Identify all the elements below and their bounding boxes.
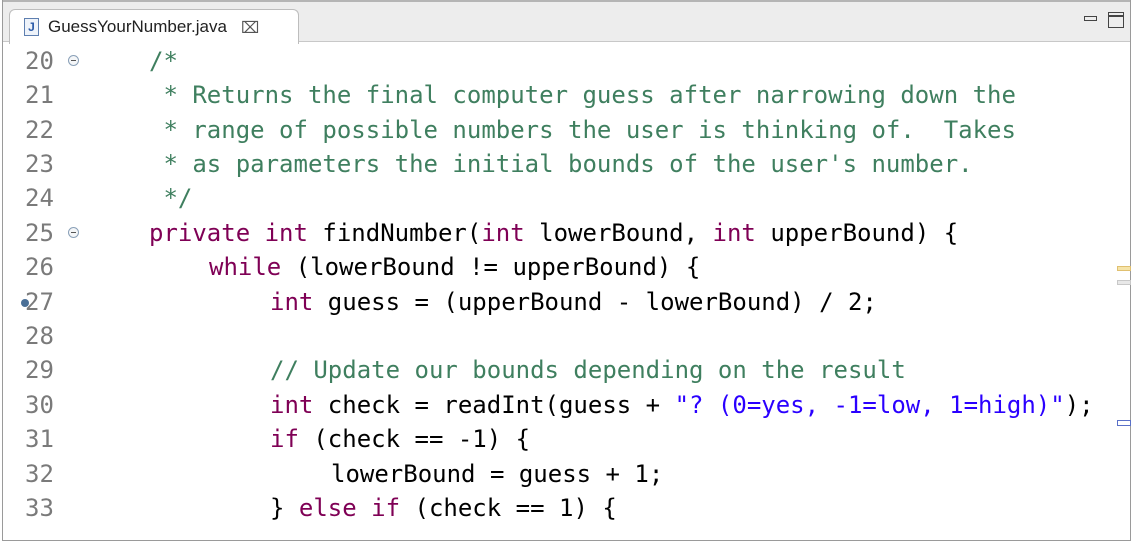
line-number: 20 (25, 47, 54, 75)
code-text: /* (149, 47, 178, 75)
code-text: */ (149, 184, 193, 212)
line-number: 28 (25, 322, 54, 350)
overview-ruler-warning-marker[interactable] (1117, 266, 1131, 271)
code-text: * Returns the final computer guess after… (149, 81, 1016, 109)
overview-ruler-occurrence-marker[interactable] (1117, 420, 1131, 426)
code-text: * as parameters the initial bounds of th… (149, 150, 973, 178)
code-line: 30 int check = readInt(guess + "? (0=yes… (3, 388, 1130, 422)
java-file-icon: J (24, 18, 39, 36)
code-line: 27 int guess = (upperBound - lowerBound)… (3, 285, 1130, 319)
line-number: 31 (25, 425, 54, 453)
code-line: 26 while (lowerBound != upperBound) { (3, 250, 1130, 284)
fold-collapse-icon[interactable] (68, 227, 79, 238)
code-text: int guess = (upperBound - lowerBound) / … (270, 288, 877, 316)
editor-tab[interactable]: J GuessYourNumber.java ⌧ (9, 9, 299, 44)
editor-tab-bar: J GuessYourNumber.java ⌧ (3, 0, 1130, 44)
code-line: 25 private int findNumber(int lowerBound… (3, 216, 1130, 250)
line-number: 24 (25, 184, 54, 212)
line-number: 23 (25, 150, 54, 178)
fold-collapse-icon[interactable] (68, 55, 79, 66)
code-line: 33 } else if (check == 1) { (3, 491, 1130, 525)
code-text: if (check == -1) { (270, 425, 531, 453)
code-text: int check = readInt(guess + "? (0=yes, -… (270, 391, 1094, 419)
line-number: 30 (25, 391, 54, 419)
code-line: 21 * Returns the final computer guess af… (3, 78, 1130, 112)
code-line: 32 lowerBound = guess + 1; (3, 457, 1130, 491)
code-text: while (lowerBound != upperBound) { (209, 253, 701, 281)
close-icon[interactable]: ⌧ (241, 18, 259, 37)
code-line: 29 // Update our bounds depending on the… (3, 353, 1130, 387)
code-line: 22 * range of possible numbers the user … (3, 113, 1130, 147)
line-number: 26 (25, 253, 54, 281)
line-number: 25 (25, 219, 54, 247)
minimize-icon[interactable] (1083, 12, 1099, 28)
line-number: 22 (25, 116, 54, 144)
code-text: } else if (check == 1) { (270, 494, 617, 522)
code-line: 24 */ (3, 181, 1130, 215)
line-number: 21 (25, 81, 54, 109)
code-line: 23 * as parameters the initial bounds of… (3, 147, 1130, 181)
overview-ruler-marker[interactable] (1117, 280, 1131, 285)
line-number: 32 (25, 460, 54, 488)
code-text: * range of possible numbers the user is … (149, 116, 1016, 144)
code-text: // Update our bounds depending on the re… (270, 356, 906, 384)
line-number: 27 (25, 288, 54, 316)
editor-window: J GuessYourNumber.java ⌧ 20 /* 21 * Retu… (2, 0, 1131, 541)
code-text: lowerBound = guess + 1; (331, 460, 664, 488)
code-line: 20 /* (3, 44, 1130, 78)
code-line: 31 if (check == -1) { (3, 422, 1130, 456)
maximize-icon[interactable] (1108, 12, 1124, 28)
line-number: 29 (25, 356, 54, 384)
tab-title: GuessYourNumber.java (48, 17, 227, 36)
code-text: private int findNumber(int lowerBound, i… (149, 219, 959, 247)
code-line: 28 (3, 319, 1130, 353)
line-number: 33 (25, 494, 54, 522)
